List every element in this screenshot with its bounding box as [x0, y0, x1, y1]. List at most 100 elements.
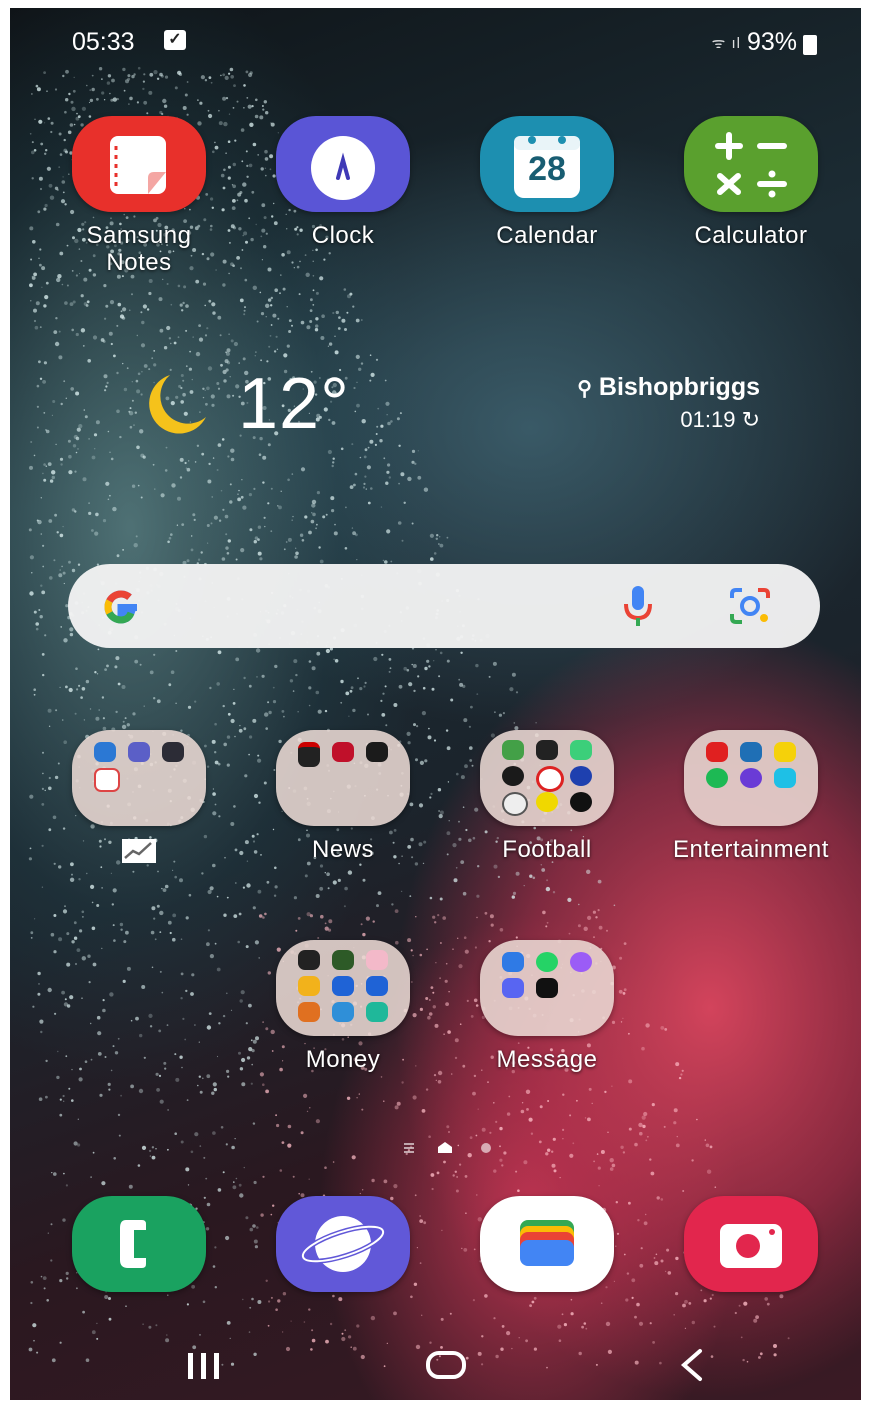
mini-app-icon — [332, 1002, 354, 1022]
folder-label: Message — [496, 1046, 598, 1073]
battery-icon — [803, 34, 817, 55]
mini-app-icon — [298, 976, 320, 996]
camera-icon — [684, 1196, 818, 1292]
mini-app-icon — [366, 742, 388, 762]
navigation-bar — [10, 1333, 861, 1400]
microphone-icon[interactable] — [620, 582, 656, 630]
folder-label: News — [311, 836, 374, 863]
mini-app-icon — [740, 768, 762, 788]
home-screen: 05:33 ✓ ᯤ ıl 93% Samsung Notes Clock 28 … — [10, 8, 861, 1400]
mini-app-icon — [298, 742, 320, 767]
phone-icon — [72, 1196, 206, 1292]
notification-check-icon: ✓ — [164, 30, 186, 50]
weather-location: ⚲ Bishopbriggs — [577, 373, 760, 402]
weather-widget[interactable]: 12° ⚲ Bishopbriggs 01:19 ↻ — [120, 363, 760, 453]
location-pin-icon: ⚲ — [577, 378, 592, 400]
dock-wallet[interactable] — [452, 1196, 642, 1292]
home-icon[interactable] — [424, 1349, 468, 1381]
app-label: Clock — [311, 222, 375, 249]
google-lens-icon[interactable] — [726, 584, 774, 628]
mini-app-icon — [536, 952, 558, 972]
folder-icon — [480, 940, 614, 1036]
folder-label: Money — [305, 1046, 381, 1073]
mini-app-icon — [570, 766, 592, 786]
mini-app-icon — [162, 742, 184, 762]
recents-icon[interactable] — [186, 1351, 222, 1381]
mini-app-icon — [502, 740, 524, 760]
mini-app-icon — [570, 740, 592, 760]
weather-updated-time: 01:19 — [680, 407, 736, 432]
app-label: Calculator — [694, 222, 808, 249]
mini-app-icon — [740, 742, 762, 762]
app-calculator[interactable]: Calculator — [656, 116, 846, 249]
folder-icon — [480, 730, 614, 826]
folder-icon — [72, 730, 206, 826]
mini-app-icon — [536, 766, 564, 792]
mini-app-icon — [298, 950, 320, 970]
internet-icon — [276, 1196, 410, 1292]
folder-icon — [276, 730, 410, 826]
mini-app-icon — [536, 740, 558, 760]
chart-icon — [122, 838, 156, 863]
folder-message[interactable]: Message — [452, 940, 642, 1073]
mini-app-icon — [332, 950, 354, 970]
mini-app-icon — [366, 950, 388, 970]
dock-camera[interactable] — [656, 1196, 846, 1292]
mini-app-icon — [706, 742, 728, 762]
mini-app-icon — [570, 952, 592, 972]
mini-app-icon — [502, 952, 524, 972]
mini-app-icon — [502, 978, 524, 998]
calculator-icon — [684, 116, 818, 212]
app-calendar[interactable]: 28 Calendar — [452, 116, 642, 249]
folder-icon — [684, 730, 818, 826]
samsung-notes-icon — [72, 116, 206, 212]
folder-news[interactable]: News — [248, 730, 438, 863]
mini-app-icon — [536, 792, 558, 812]
status-bar: 05:33 ✓ ᯤ ıl 93% — [10, 8, 861, 70]
battery-percent: 93% — [746, 28, 797, 56]
app-clock[interactable]: Clock — [248, 116, 438, 249]
status-icons: ᯤ ıl 93% — [712, 28, 817, 57]
weather-location-label: Bishopbriggs — [598, 373, 760, 401]
calendar-date: 28 — [528, 150, 566, 188]
folder-label: Entertainment — [673, 836, 829, 863]
google-g-icon — [104, 590, 137, 624]
mini-app-icon — [774, 742, 796, 762]
mini-app-icon — [570, 792, 592, 812]
google-search-bar[interactable] — [68, 564, 820, 648]
weather-updated: 01:19 ↻ — [680, 407, 760, 433]
folder-icon — [276, 940, 410, 1036]
folder-label: Football — [502, 836, 592, 863]
back-icon[interactable] — [678, 1347, 706, 1383]
mini-app-icon — [94, 768, 120, 792]
mini-app-icon — [332, 976, 354, 996]
page-dot — [481, 1143, 491, 1153]
folder-finance[interactable] — [44, 730, 234, 864]
mini-app-icon — [94, 742, 116, 762]
mini-app-icon — [128, 742, 150, 762]
weather-temperature: 12° — [238, 364, 350, 444]
folder-label — [44, 836, 234, 864]
home-page-dot-icon — [438, 1142, 452, 1153]
mini-app-icon — [502, 766, 524, 786]
mini-app-icon — [536, 978, 558, 998]
dock-internet[interactable] — [248, 1196, 438, 1292]
folder-money[interactable]: Money — [248, 940, 438, 1073]
folder-entertainment[interactable]: Entertainment — [656, 730, 846, 863]
mini-app-icon — [502, 792, 528, 816]
moon-icon — [149, 375, 206, 434]
mini-app-icon — [298, 1002, 320, 1022]
status-time: 05:33 — [72, 28, 135, 56]
refresh-icon[interactable]: ↻ — [742, 407, 760, 432]
mini-app-icon — [706, 768, 728, 788]
page-indicator[interactable] — [398, 1138, 508, 1158]
folder-football[interactable]: Football — [452, 730, 642, 863]
home-page-indicator-icon — [404, 1143, 414, 1153]
clock-icon — [276, 116, 410, 212]
dock-phone[interactable] — [44, 1196, 234, 1292]
mini-app-icon — [332, 742, 354, 762]
app-label: Samsung Notes — [86, 222, 192, 276]
app-samsung-notes[interactable]: Samsung Notes — [44, 116, 234, 276]
app-label: Calendar — [496, 222, 598, 249]
calendar-icon: 28 — [480, 116, 614, 212]
